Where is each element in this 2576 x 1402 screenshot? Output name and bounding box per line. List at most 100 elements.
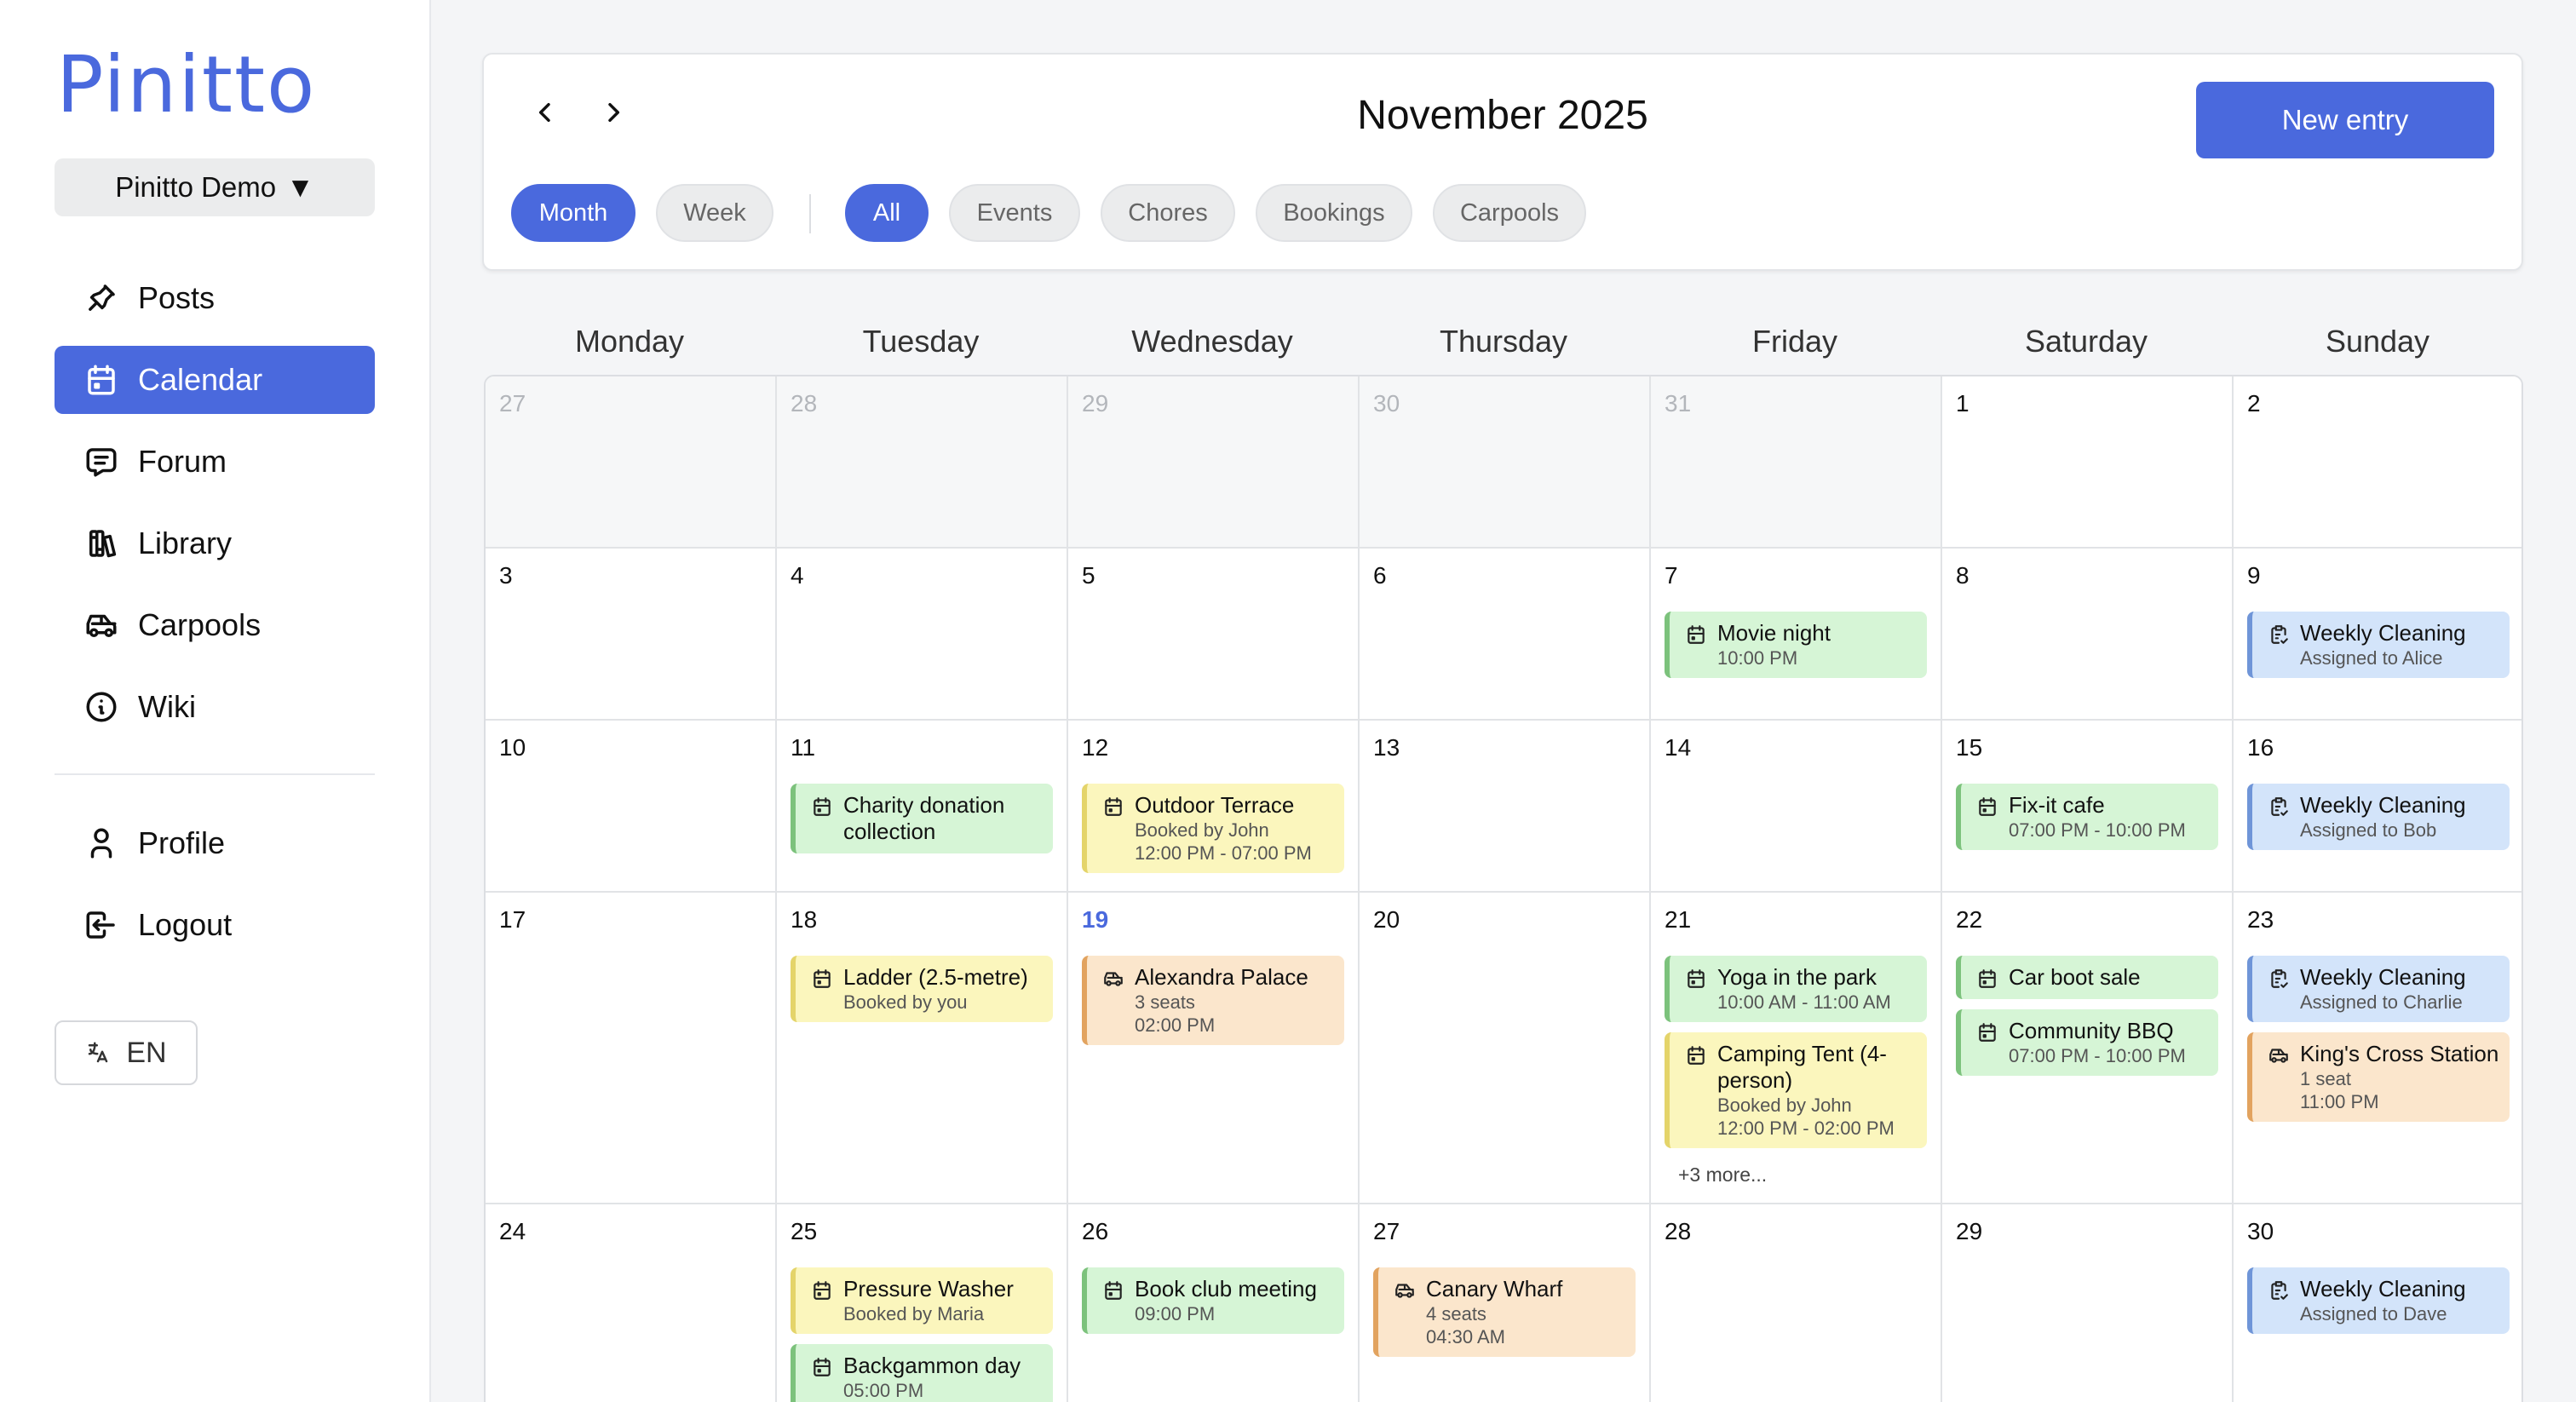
day-cell[interactable]: 25 Pressure Washer Booked by Maria Backgamm… (777, 1204, 1068, 1402)
day-cell[interactable]: 28 (1651, 1204, 1942, 1402)
day-cell[interactable]: 16 Weekly Cleaning Assigned to Bob (2234, 721, 2521, 893)
calendar-icon (1105, 797, 1122, 816)
calendar-entry[interactable]: Camping Tent (4-person) Booked by John 12:… (1665, 1032, 1927, 1148)
entry-detail: Assigned to Alice (2300, 647, 2443, 669)
sidebar-item-library[interactable]: Library (55, 509, 375, 577)
day-cell[interactable]: 10 (486, 721, 777, 893)
language-selector[interactable]: EN (55, 1020, 198, 1085)
chore-icon (2271, 1281, 2288, 1300)
entry-title: Weekly Cleaning (2300, 964, 2466, 990)
day-cell[interactable]: 23 Weekly Cleaning Assigned to Charlie King… (2234, 893, 2521, 1204)
view-week-tab[interactable]: Week (656, 184, 773, 242)
filter-bookings[interactable]: Bookings (1256, 184, 1412, 242)
weekday-label: Monday (574, 324, 685, 359)
day-number: 1 (1956, 390, 1969, 417)
entry-detail: 12:00 PM - 02:00 PM (1717, 1118, 1895, 1139)
calendar-entry[interactable]: Car boot sale (1956, 956, 2218, 999)
new-entry-button[interactable]: New entry (2196, 82, 2494, 158)
show-more-link[interactable]: +3 more... (1678, 1164, 1767, 1187)
calendar-entry[interactable]: Weekly Cleaning Assigned to Alice (2247, 612, 2510, 678)
day-cell[interactable]: 2 (2234, 376, 2521, 549)
entry-detail: 09:00 PM (1135, 1303, 1216, 1324)
day-cell[interactable]: 29 (1942, 1204, 2234, 1402)
day-cell[interactable]: 31 (1651, 376, 1942, 549)
filter-all[interactable]: All (845, 184, 929, 242)
entry-detail: Booked by you (843, 991, 968, 1013)
day-number: 2 (2247, 390, 2261, 417)
filter-carpools[interactable]: Carpools (1433, 184, 1586, 242)
sidebar-item-forum[interactable]: Forum (55, 428, 375, 496)
entry-detail: 04:30 AM (1426, 1326, 1505, 1347)
day-cell[interactable]: 4 (777, 549, 1068, 721)
day-cell[interactable]: 3 (486, 549, 777, 721)
entry-detail: 4 seats (1426, 1303, 1486, 1324)
day-cell[interactable]: 26 Book club meeting 09:00 PM (1068, 1204, 1360, 1402)
day-cell[interactable]: 13 (1360, 721, 1651, 893)
calendar-entry[interactable]: Community BBQ 07:00 PM - 10:00 PM (1956, 1009, 2218, 1076)
day-number: 31 (1665, 390, 1692, 417)
app-logo[interactable]: Pinitto (56, 39, 316, 130)
info-icon (86, 692, 117, 722)
calendar-entry[interactable]: Weekly Cleaning Assigned to Charlie (2247, 956, 2510, 1022)
calendar-entry[interactable]: Movie night 10:00 PM (1665, 612, 1927, 678)
day-cell[interactable]: 5 (1068, 549, 1360, 721)
day-cell[interactable]: 11 Charity donation collection (777, 721, 1068, 893)
day-cell[interactable]: 7 Movie night 10:00 PM (1651, 549, 1942, 721)
day-cell[interactable]: 27 Canary Wharf 4 seats 04:30 AM (1360, 1204, 1651, 1402)
day-cell[interactable]: 1 (1942, 376, 2234, 549)
day-number: 21 (1665, 906, 1692, 933)
chore-icon (2271, 625, 2288, 644)
calendar-entry[interactable]: Book club meeting 09:00 PM (1082, 1267, 1344, 1334)
calendar-entry[interactable]: Outdoor Terrace Booked by John 12:00 PM - … (1082, 784, 1344, 873)
calendar-entry[interactable]: Fix-it cafe 07:00 PM - 10:00 PM (1956, 784, 2218, 850)
day-cell[interactable]: 18 Ladder (2.5-metre) Booked by you (777, 893, 1068, 1204)
sidebar-item-wiki[interactable]: Wiki (55, 673, 375, 741)
day-cell[interactable]: 20 (1360, 893, 1651, 1204)
sidebar-item-posts[interactable]: Posts (55, 264, 375, 332)
sidebar-item-calendar[interactable]: Calendar (55, 346, 375, 414)
day-cell[interactable]: 9 Weekly Cleaning Assigned to Alice (2234, 549, 2521, 721)
sidebar-item-carpools[interactable]: Carpools (55, 591, 375, 659)
calendar-entry[interactable]: King's Cross Station 1 seat 11:00 PM (2247, 1032, 2510, 1122)
sidebar-item-logout[interactable]: Logout (55, 891, 375, 959)
day-cell[interactable]: 29 (1068, 376, 1360, 549)
day-number: 10 (499, 734, 526, 761)
calendar-entry[interactable]: Weekly Cleaning Assigned to Bob (2247, 784, 2510, 850)
day-cell[interactable]: 21 Yoga in the park 10:00 AM - 11:00 AM Cam… (1651, 893, 1942, 1204)
workspace-switcher[interactable]: Pinitto Demo ▼ (55, 158, 375, 216)
day-cell[interactable]: 17 (486, 893, 777, 1204)
day-cell[interactable]: 22 Car boot sale Community BBQ 07:00 PM - 1… (1942, 893, 2234, 1204)
day-cell[interactable]: 8 (1942, 549, 2234, 721)
entry-detail: Booked by John (1717, 1095, 1852, 1116)
filter-chores[interactable]: Chores (1101, 184, 1235, 242)
weekday-label: Tuesday (862, 324, 980, 359)
calendar-entry[interactable]: Pressure Washer Booked by Maria (791, 1267, 1053, 1334)
day-cell[interactable]: 30 Weekly Cleaning Assigned to Dave (2234, 1204, 2521, 1402)
view-month-tab[interactable]: Month (511, 184, 635, 242)
day-cell[interactable]: 27 (486, 376, 777, 549)
entry-detail: Assigned to Charlie (2300, 991, 2463, 1013)
day-cell[interactable]: 19 Alexandra Palace 3 seats 02:00 PM (1068, 893, 1360, 1204)
calendar-entry[interactable]: Charity donation collection (791, 784, 1053, 853)
logout-icon (86, 911, 115, 939)
day-cell[interactable]: 12 Outdoor Terrace Booked by John 12:00 PM … (1068, 721, 1360, 893)
day-cell[interactable]: 28 (777, 376, 1068, 549)
calendar-entry[interactable]: Alexandra Palace 3 seats 02:00 PM (1082, 956, 1344, 1045)
day-cell[interactable]: 24 (486, 1204, 777, 1402)
day-cell[interactable]: 6 (1360, 549, 1651, 721)
day-cell[interactable]: 15 Fix-it cafe 07:00 PM - 10:00 PM (1942, 721, 2234, 893)
day-number: 20 (1373, 906, 1400, 933)
calendar-entry[interactable]: Weekly Cleaning Assigned to Dave (2247, 1267, 2510, 1334)
calendar-entry[interactable]: Backgammon day 05:00 PM (791, 1344, 1053, 1402)
day-cell[interactable]: 14 (1651, 721, 1942, 893)
day-number: 30 (2247, 1218, 2274, 1244)
day-cell[interactable]: 30 (1360, 376, 1651, 549)
calendar-entry[interactable]: Yoga in the park 10:00 AM - 11:00 AM (1665, 956, 1927, 1022)
calendar-entry[interactable]: Ladder (2.5-metre) Booked by you (791, 956, 1053, 1022)
filter-events[interactable]: Events (949, 184, 1080, 242)
weekday-label: Thursday (1439, 324, 1568, 359)
calendar-icon (1979, 969, 1996, 988)
sidebar-item-profile[interactable]: Profile (55, 809, 375, 877)
calendar-entry[interactable]: Canary Wharf 4 seats 04:30 AM (1373, 1267, 1636, 1357)
entry-title: Weekly Cleaning (2300, 620, 2466, 646)
